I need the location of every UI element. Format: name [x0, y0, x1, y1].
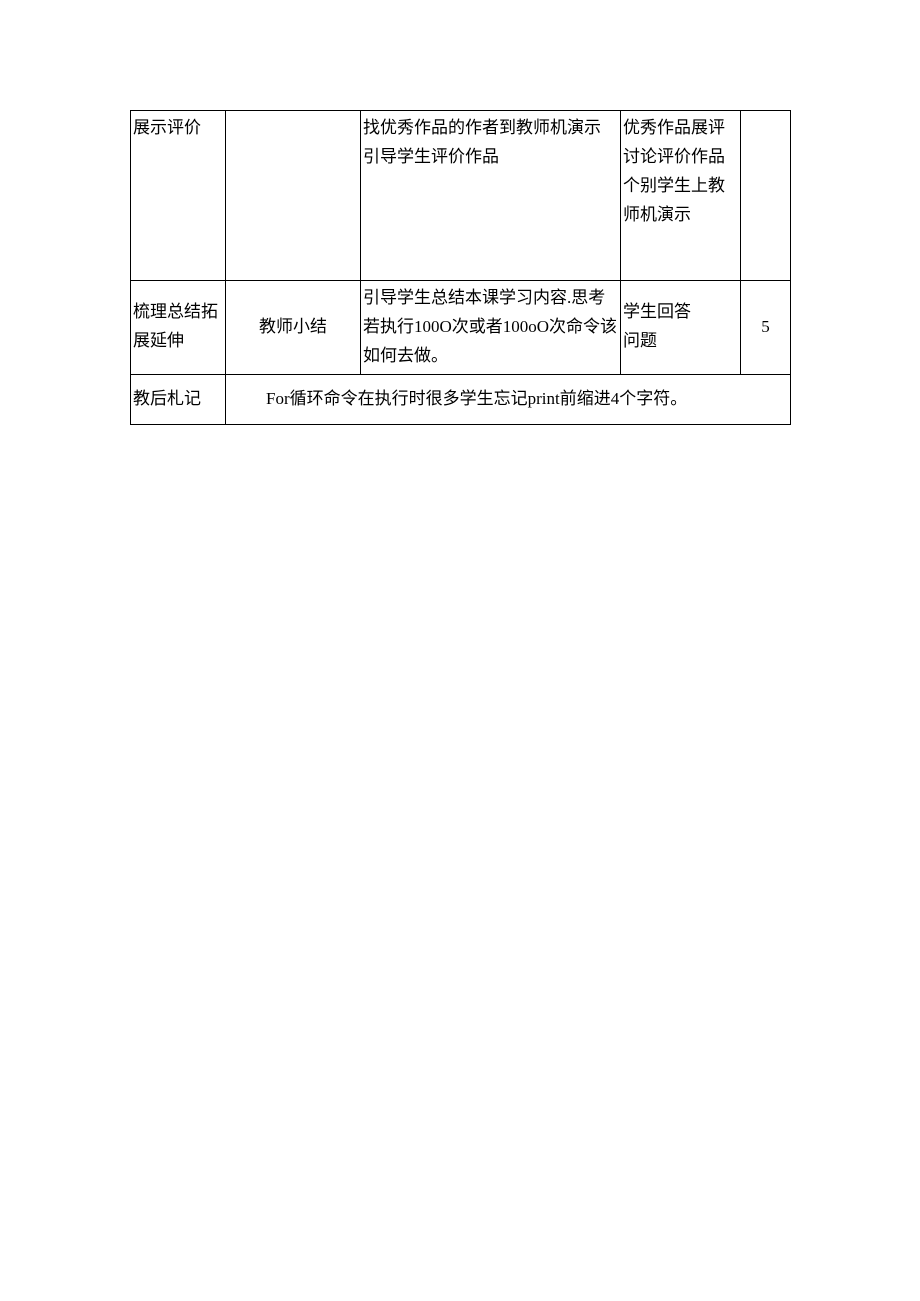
cell-text: For循环命令在执行时很多学生忘记print前缩进4个字符。	[266, 389, 687, 408]
cell-teacher-2: 教师小结	[226, 281, 361, 375]
table-row: 梳理总结拓展延伸 教师小结 引导学生总结本课学习内容.思考若执行100O次或者1…	[131, 281, 791, 375]
cell-stage-2: 梳理总结拓展延伸	[131, 281, 226, 375]
cell-text: 5	[761, 317, 770, 336]
cell-text: 学生回答 问题	[623, 302, 691, 350]
cell-time-2: 5	[741, 281, 791, 375]
cell-note-merged: For循环命令在执行时很多学生忘记print前缩进4个字符。	[226, 374, 791, 424]
cell-stage-1: 展示评价	[131, 111, 226, 281]
cell-activity-1: 找优秀作品的作者到教师机演示 引导学生评价作品	[361, 111, 621, 281]
cell-time-1	[741, 111, 791, 281]
lesson-plan-table: 展示评价 找优秀作品的作者到教师机演示 引导学生评价作品 优秀作品展评讨论评价作…	[130, 110, 791, 425]
cell-text: 引导学生总结本课学习内容.思考若执行100O次或者100oO次命令该如何去做。	[363, 288, 617, 365]
cell-student-1: 优秀作品展评讨论评价作品个别学生上教师机演示	[621, 111, 741, 281]
cell-activity-2: 引导学生总结本课学习内容.思考若执行100O次或者100oO次命令该如何去做。	[361, 281, 621, 375]
table-row: 展示评价 找优秀作品的作者到教师机演示 引导学生评价作品 优秀作品展评讨论评价作…	[131, 111, 791, 281]
cell-text: 梳理总结拓展延伸	[133, 302, 218, 350]
cell-teacher-1	[226, 111, 361, 281]
cell-text: 展示评价	[133, 118, 201, 137]
cell-text: 找优秀作品的作者到教师机演示 引导学生评价作品	[363, 118, 601, 166]
cell-stage-3: 教后札记	[131, 374, 226, 424]
cell-text: 教师小结	[259, 317, 327, 336]
table-row: 教后札记 For循环命令在执行时很多学生忘记print前缩进4个字符。	[131, 374, 791, 424]
cell-text: 教后札记	[133, 389, 201, 408]
cell-student-2: 学生回答 问题	[621, 281, 741, 375]
cell-text: 优秀作品展评讨论评价作品个别学生上教师机演示	[623, 118, 725, 224]
